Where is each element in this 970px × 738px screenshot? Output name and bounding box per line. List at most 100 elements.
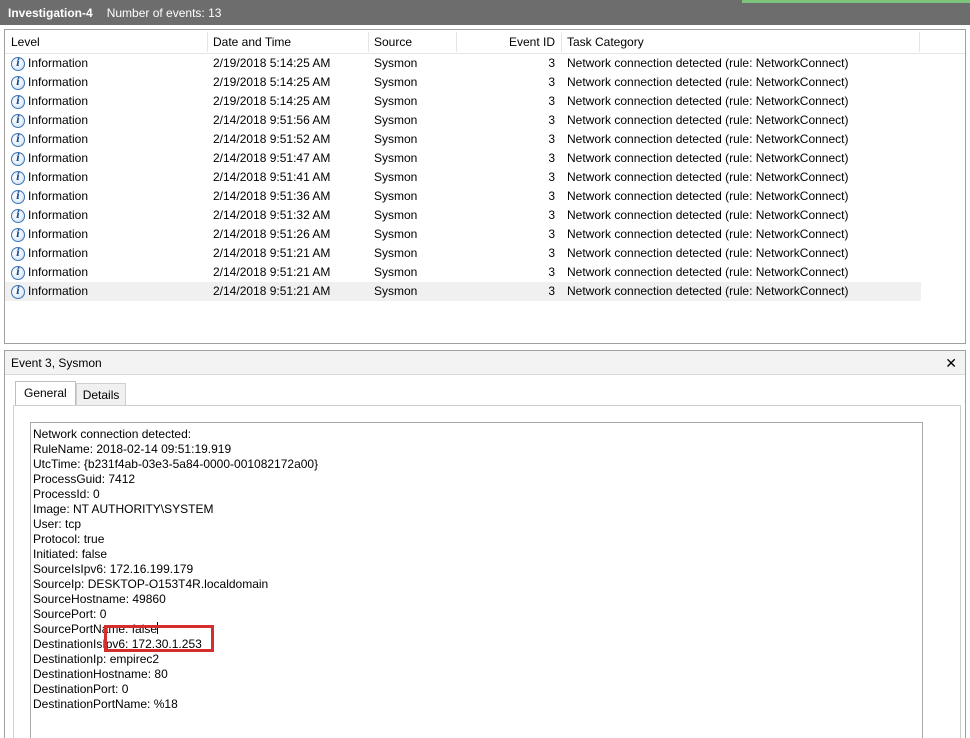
level-cell: i Information <box>11 168 88 187</box>
table-row[interactable]: i Information 2/14/2018 9:51:21 AM Sysmon 3 N… <box>5 282 921 301</box>
detail-line: DestinationIsIpv6: 172.30.1.253 <box>33 637 202 651</box>
detail-tabs: General Details <box>15 381 127 407</box>
event-count: Number of events: 13 <box>106 5 222 20</box>
events-grid[interactable]: Level Date and Time Source Event ID Task… <box>4 29 966 344</box>
table-row[interactable]: i Information 2/14/2018 9:51:32 AM Sysmon 3 N… <box>5 206 965 225</box>
column-divider[interactable] <box>919 32 920 52</box>
info-icon: i <box>11 265 25 280</box>
text-caret <box>157 622 159 634</box>
level-text: Information <box>28 246 89 260</box>
event-id-cell: 3 <box>548 94 555 108</box>
table-row[interactable]: i Information 2/19/2018 5:14:25 AM Sysmon 3 N… <box>5 73 965 92</box>
level-text: Information <box>28 208 89 222</box>
column-divider[interactable] <box>561 32 562 52</box>
column-header-task-category[interactable]: Task Category <box>567 30 644 54</box>
source-cell: Sysmon <box>374 208 418 222</box>
detail-line: DestinationPort: 0 <box>33 682 129 696</box>
tab-details[interactable]: Details <box>75 383 127 407</box>
event-id-cell: 3 <box>548 56 555 70</box>
event-rows: i Information 2/19/2018 5:14:25 AM Sysmon 3 N… <box>5 54 965 301</box>
info-icon: i <box>11 246 25 261</box>
level-cell: i Information <box>11 111 88 130</box>
grid-header: Level Date and Time Source Event ID Task… <box>5 30 965 54</box>
source-cell: Sysmon <box>374 113 418 127</box>
task-category-cell: Network connection detected (rule: Netwo… <box>567 265 849 279</box>
tab-general[interactable]: General <box>15 381 76 407</box>
table-row[interactable]: i Information 2/19/2018 5:14:25 AM Sysmon 3 N… <box>5 54 965 73</box>
source-cell: Sysmon <box>374 94 418 108</box>
date-cell: 2/14/2018 9:51:41 AM <box>213 170 331 184</box>
event-id-cell: 3 <box>548 246 555 260</box>
level-text: Information <box>28 170 89 184</box>
detail-line: ProcessGuid: 7412 <box>33 472 136 486</box>
table-row[interactable]: i Information 2/14/2018 9:51:56 AM Sysmon 3 N… <box>5 111 965 130</box>
window-titlebar: Investigation-4 Number of events: 13 <box>0 0 970 25</box>
task-category-cell: Network connection detected (rule: Netwo… <box>567 208 849 222</box>
event-id-cell: 3 <box>548 227 555 241</box>
source-cell: Sysmon <box>374 227 418 241</box>
level-text: Information <box>28 189 89 203</box>
detail-line: RuleName: 2018-02-14 09:51:19.919 <box>33 442 232 456</box>
close-icon[interactable]: ✕ <box>945 351 957 375</box>
event-id-cell: 3 <box>548 265 555 279</box>
detail-line: DestinationIp: empirec2 <box>33 652 160 666</box>
general-tab-panel: Network connection detected: RuleName: 20… <box>13 405 961 738</box>
source-cell: Sysmon <box>374 189 418 203</box>
event-description-text[interactable]: Network connection detected: RuleName: 20… <box>30 422 923 738</box>
table-row[interactable]: i Information 2/14/2018 9:51:36 AM Sysmon 3 N… <box>5 187 965 206</box>
source-cell: Sysmon <box>374 132 418 146</box>
date-cell: 2/14/2018 9:51:21 AM <box>213 246 331 260</box>
level-cell: i Information <box>11 54 88 73</box>
level-text: Information <box>28 227 89 241</box>
table-row[interactable]: i Information 2/19/2018 5:14:25 AM Sysmon 3 N… <box>5 92 965 111</box>
level-text: Information <box>28 284 89 298</box>
event-id-cell: 3 <box>548 75 555 89</box>
table-row[interactable]: i Information 2/14/2018 9:51:41 AM Sysmon 3 N… <box>5 168 965 187</box>
level-text: Information <box>28 151 89 165</box>
info-icon: i <box>11 227 25 242</box>
view-title: Investigation-4 <box>8 5 93 20</box>
date-cell: 2/14/2018 9:51:56 AM <box>213 113 331 127</box>
date-cell: 2/14/2018 9:51:36 AM <box>213 189 331 203</box>
table-row[interactable]: i Information 2/14/2018 9:51:21 AM Sysmon 3 N… <box>5 263 965 282</box>
source-cell: Sysmon <box>374 56 418 70</box>
column-divider[interactable] <box>207 32 208 52</box>
table-row[interactable]: i Information 2/14/2018 9:51:26 AM Sysmon 3 N… <box>5 225 965 244</box>
level-text: Information <box>28 113 89 127</box>
table-row[interactable]: i Information 2/14/2018 9:51:52 AM Sysmon 3 N… <box>5 130 965 149</box>
table-row[interactable]: i Information 2/14/2018 9:51:21 AM Sysmon 3 N… <box>5 244 965 263</box>
info-icon: i <box>11 56 25 71</box>
info-icon: i <box>11 113 25 128</box>
info-icon: i <box>11 284 25 299</box>
date-cell: 2/14/2018 9:51:21 AM <box>213 265 331 279</box>
column-header-level[interactable]: Level <box>11 30 40 54</box>
date-cell: 2/14/2018 9:51:47 AM <box>213 151 331 165</box>
level-text: Information <box>28 94 89 108</box>
info-icon: i <box>11 75 25 90</box>
detail-line: SourceIsIpv6: 172.16.199.179 <box>33 562 194 576</box>
detail-title: Event 3, Sysmon <box>11 356 102 370</box>
column-divider[interactable] <box>368 32 369 52</box>
task-category-cell: Network connection detected (rule: Netwo… <box>567 113 849 127</box>
column-divider[interactable] <box>456 32 457 52</box>
detail-line: DestinationPortName: %18 <box>33 697 178 711</box>
info-icon: i <box>11 94 25 109</box>
source-cell: Sysmon <box>374 170 418 184</box>
table-row[interactable]: i Information 2/14/2018 9:51:47 AM Sysmon 3 N… <box>5 149 965 168</box>
detail-header: Event 3, Sysmon ✕ <box>5 351 965 375</box>
source-cell: Sysmon <box>374 151 418 165</box>
detail-line: SourcePortName: false <box>33 622 159 636</box>
level-cell: i Information <box>11 187 88 206</box>
source-cell: Sysmon <box>374 265 418 279</box>
detail-line: ProcessId: 0 <box>33 487 100 501</box>
titlebar-accent <box>742 0 970 3</box>
task-category-cell: Network connection detected (rule: Netwo… <box>567 94 849 108</box>
level-cell: i Information <box>11 92 88 111</box>
date-cell: 2/14/2018 9:51:52 AM <box>213 132 331 146</box>
column-header-date[interactable]: Date and Time <box>213 30 291 54</box>
event-id-cell: 3 <box>548 132 555 146</box>
column-header-event-id[interactable]: Event ID <box>475 30 555 54</box>
column-header-source[interactable]: Source <box>374 30 412 54</box>
detail-line: Initiated: false <box>33 547 108 561</box>
level-cell: i Information <box>11 282 88 301</box>
